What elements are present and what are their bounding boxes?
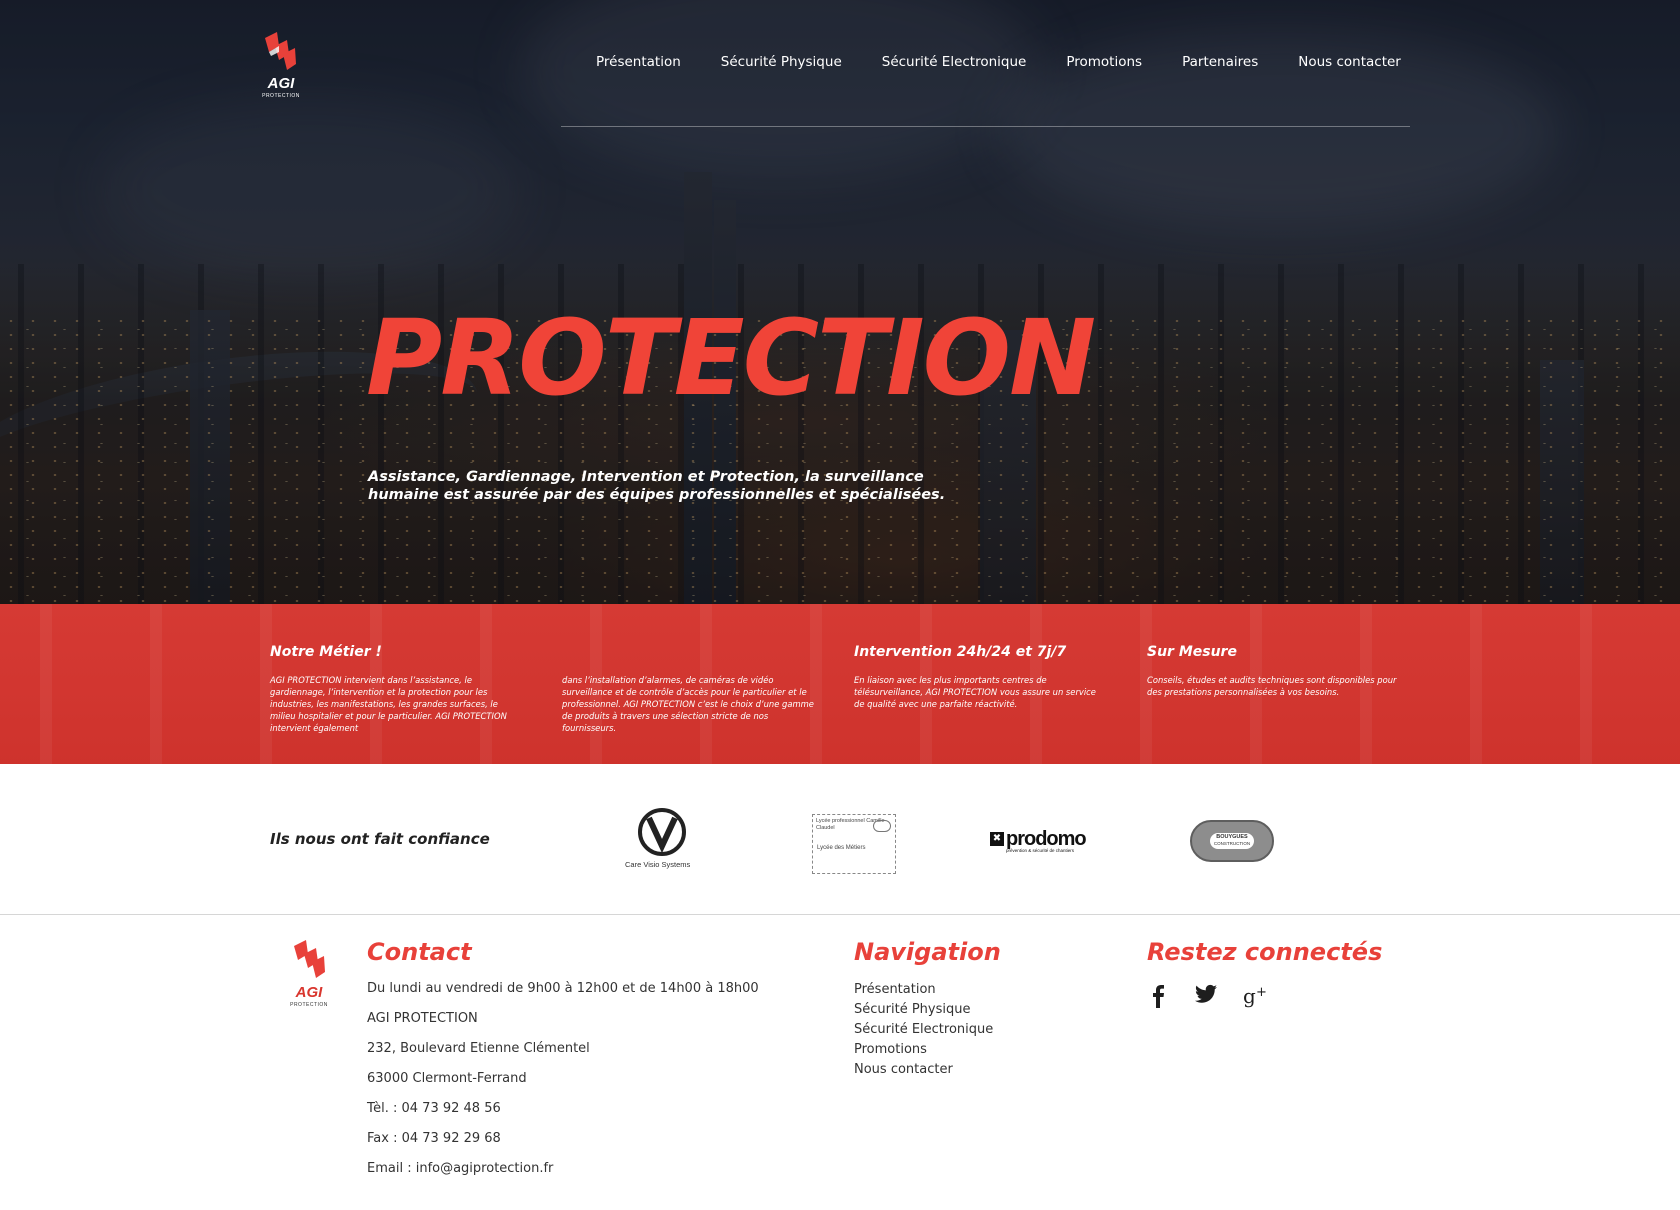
nav-item-partenaires[interactable]: Partenaires	[1182, 54, 1258, 70]
feature-metier-continued: dans l’installation d’alarmes, de caméra…	[562, 644, 814, 734]
client-caption: BOUYGUES	[1216, 834, 1248, 840]
nav-divider	[561, 126, 1410, 127]
feature-text: En liaison avec les plus importants cent…	[854, 675, 1096, 709]
client-subcaption: CONSTRUCTION	[1213, 841, 1251, 846]
agi-logo-icon	[294, 940, 325, 978]
navigation-heading: Navigation	[854, 938, 1001, 966]
agi-logo-icon	[265, 32, 296, 70]
features-band: Notre Métier ! AGI PROTECTION intervient…	[0, 604, 1680, 764]
feature-intervention: Intervention 24h/24 et 7j/7 En liaison a…	[854, 644, 1106, 710]
client-caption: Care Visio Systems	[625, 860, 691, 869]
contact-heading: Contact	[367, 938, 472, 966]
svg-text:g: g	[1243, 984, 1256, 1008]
feature-title: Intervention 24h/24 et 7j/7	[854, 644, 1067, 660]
contact-fax: Fax : 04 73 92 29 68	[367, 1131, 501, 1146]
feature-text: Conseils, études et audits techniques so…	[1147, 675, 1397, 697]
main-nav: Présentation Sécurité Physique Sécurité …	[596, 54, 1441, 70]
footer-brand-name: AGI	[295, 984, 323, 1001]
nav-item-securite-electronique[interactable]: Sécurité Electronique	[882, 54, 1027, 70]
footer-logo[interactable]: AGI PROTECTION	[284, 940, 334, 1010]
contact-company: AGI PROTECTION	[367, 1011, 478, 1026]
contact-city: 63000 Clermont-Ferrand	[367, 1071, 527, 1086]
nav-item-nous-contacter[interactable]: Nous contacter	[1298, 54, 1401, 70]
hero-section: AGI PROTECTION Présentation Sécurité Phy…	[0, 0, 1680, 604]
care-visio-logo-icon	[638, 808, 686, 856]
google-plus-icon[interactable]: g +	[1243, 984, 1271, 1008]
contact-details: Du lundi au vendredi de 9h00 à 12h00 et …	[367, 980, 759, 1190]
footer-link-securite-physique[interactable]: Sécurité Physique	[854, 1001, 993, 1021]
client-logo-prodomo[interactable]: ✖ prodomo prévention & sécurité de chant…	[990, 828, 1096, 860]
feature-title: Notre Métier !	[270, 644, 382, 660]
facebook-icon[interactable]	[1147, 984, 1169, 1008]
social-links: g +	[1147, 984, 1297, 1008]
bouygues-badge: BOUYGUES CONSTRUCTION	[1210, 833, 1254, 849]
feature-text: dans l’installation d’alarmes, de caméra…	[562, 675, 814, 733]
footer-divider	[0, 914, 1680, 915]
hero-subtitle: Assistance, Gardiennage, Intervention et…	[368, 469, 946, 503]
footer-link-securite-electronique[interactable]: Sécurité Electronique	[854, 1021, 993, 1041]
nav-item-promotions[interactable]: Promotions	[1066, 54, 1142, 70]
client-caption: Lycée des Métiers	[817, 845, 866, 851]
social-heading: Restez connectés	[1147, 938, 1383, 966]
footer-nav: Présentation Sécurité Physique Sécurité …	[854, 981, 993, 1081]
client-logo-bouygues[interactable]: BOUYGUES CONSTRUCTION	[1190, 820, 1274, 862]
client-caption: prodomo	[1006, 828, 1087, 850]
brand-tagline: PROTECTION	[262, 93, 300, 99]
contact-street: 232, Boulevard Etienne Clémentel	[367, 1041, 590, 1056]
footer-link-promotions[interactable]: Promotions	[854, 1041, 993, 1061]
feature-metier: Notre Métier ! AGI PROTECTION intervient…	[270, 644, 522, 734]
feature-title: Sur Mesure	[1147, 644, 1237, 660]
twitter-icon[interactable]	[1195, 984, 1217, 1008]
contact-phone[interactable]: Tèl. : 04 73 92 48 56	[367, 1100, 759, 1130]
lycee-badge-icon	[873, 820, 891, 832]
feature-text: AGI PROTECTION intervient dans l’assista…	[270, 675, 507, 733]
clients-title: Ils nous ont fait confiance	[270, 830, 490, 848]
brand-logo[interactable]: AGI PROTECTION	[255, 32, 305, 100]
nav-item-securite-physique[interactable]: Sécurité Physique	[721, 54, 842, 70]
brand-name: AGI	[267, 75, 295, 92]
footer-link-nous-contacter[interactable]: Nous contacter	[854, 1061, 993, 1081]
footer-brand-tagline: PROTECTION	[290, 1002, 328, 1008]
feature-title-spacer	[562, 644, 814, 662]
nav-item-presentation[interactable]: Présentation	[596, 54, 681, 70]
feature-sur-mesure: Sur Mesure Conseils, études et audits te…	[1147, 644, 1399, 698]
footer-link-presentation[interactable]: Présentation	[854, 981, 993, 1001]
clients-section: Ils nous ont fait confiance Care Visio S…	[0, 764, 1680, 914]
contact-email[interactable]: Email : info@agiprotection.fr	[367, 1160, 759, 1190]
prodomo-mark-icon: ✖	[990, 832, 1004, 846]
contact-hours: Du lundi au vendredi de 9h00 à 12h00 et …	[367, 981, 759, 996]
client-logo-lycee[interactable]: Lycée professionnel Camille Claudel Lycé…	[812, 814, 896, 874]
client-logo-care-visio[interactable]: Care Visio Systems	[622, 808, 708, 872]
hero-title: PROTECTION	[366, 297, 1096, 419]
svg-text:+: +	[1256, 985, 1267, 1000]
